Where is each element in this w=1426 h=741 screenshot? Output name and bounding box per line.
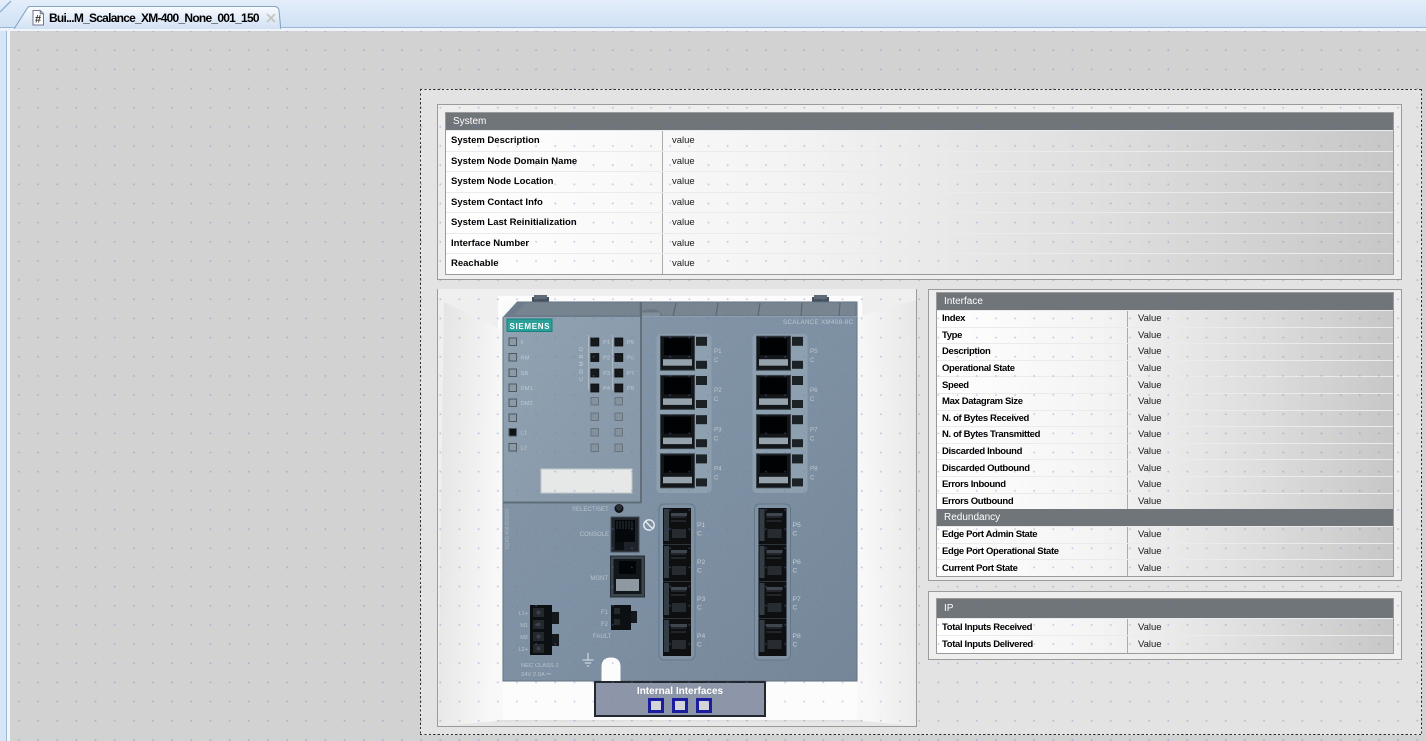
svg-text:P4: P4 (697, 633, 706, 640)
svg-text:L2: L2 (521, 446, 527, 452)
svg-text:L1+: L1+ (519, 611, 529, 617)
svg-text:CONSOLE: CONSOLE (580, 532, 609, 538)
svg-text:24V 2.0A ⎓: 24V 2.0A ⎓ (521, 672, 551, 678)
svg-text:L1: L1 (521, 431, 527, 437)
svg-text:P3: P3 (603, 371, 610, 377)
svg-text:P7: P7 (627, 371, 634, 377)
svg-text:P3: P3 (714, 426, 722, 433)
svg-text:C: C (810, 357, 815, 364)
svg-text:C: C (714, 435, 719, 442)
svg-text:P1: P1 (603, 340, 610, 346)
svg-text:F2: F2 (601, 622, 609, 628)
svg-text:P4: P4 (714, 466, 722, 473)
svg-text:C: C (810, 396, 815, 403)
svg-text:P3: P3 (697, 596, 706, 603)
svg-text:RM: RM (521, 356, 530, 362)
svg-text:F1: F1 (601, 610, 609, 616)
svg-text:P2: P2 (603, 356, 610, 362)
svg-text:P4: P4 (603, 386, 611, 392)
svg-text:P8: P8 (793, 633, 802, 640)
svg-text:P1: P1 (697, 522, 706, 529)
svg-text:SB: SB (521, 371, 529, 377)
svg-text:P8: P8 (810, 466, 818, 473)
svg-text:C: C (793, 605, 798, 612)
svg-text:C: C (793, 568, 798, 575)
svg-text:P1: P1 (714, 348, 722, 355)
svg-text:C: C (697, 642, 702, 649)
svg-text:L2+: L2+ (519, 647, 529, 653)
svg-text:M2: M2 (520, 635, 528, 641)
svg-text:6GK5 408-8GR00: 6GK5 408-8GR00 (505, 509, 511, 549)
svg-text:P6: P6 (810, 387, 818, 394)
svg-text:C: C (793, 531, 798, 538)
svg-text:C: C (697, 531, 702, 538)
svg-text:#: # (35, 14, 41, 26)
svg-text:DM2: DM2 (521, 401, 533, 407)
svg-text:C: C (714, 475, 719, 482)
svg-text:P8: P8 (627, 386, 634, 392)
svg-text:NEC CLASS 2: NEC CLASS 2 (521, 663, 559, 669)
svg-text:P7: P7 (810, 426, 818, 433)
svg-text:P5: P5 (793, 522, 802, 529)
svg-text:P2: P2 (714, 387, 722, 394)
svg-text:MGNT: MGNT (590, 576, 608, 582)
svg-text:FAULT: FAULT (593, 634, 612, 640)
svg-text:P6: P6 (627, 356, 634, 362)
svg-text:C: C (810, 435, 815, 442)
svg-text:P6: P6 (793, 559, 802, 566)
svg-text:P5: P5 (627, 340, 634, 346)
svg-text:P2: P2 (697, 559, 706, 566)
svg-text:P5: P5 (810, 348, 818, 355)
svg-text:SIEMENS: SIEMENS (510, 322, 551, 331)
svg-text:DM1: DM1 (521, 386, 533, 392)
svg-text:C: C (697, 605, 702, 612)
svg-text:C: C (793, 642, 798, 649)
svg-text:C: C (697, 568, 702, 575)
svg-text:M1: M1 (520, 623, 528, 629)
svg-text:SELECT/SET: SELECT/SET (572, 507, 609, 513)
svg-text:C: C (714, 357, 719, 364)
svg-text:C: C (714, 396, 719, 403)
svg-text:SCALANCE XM408-8C: SCALANCE XM408-8C (783, 319, 854, 326)
svg-text:C: C (810, 475, 815, 482)
svg-text:F: F (521, 340, 525, 346)
svg-text:P7: P7 (793, 596, 802, 603)
